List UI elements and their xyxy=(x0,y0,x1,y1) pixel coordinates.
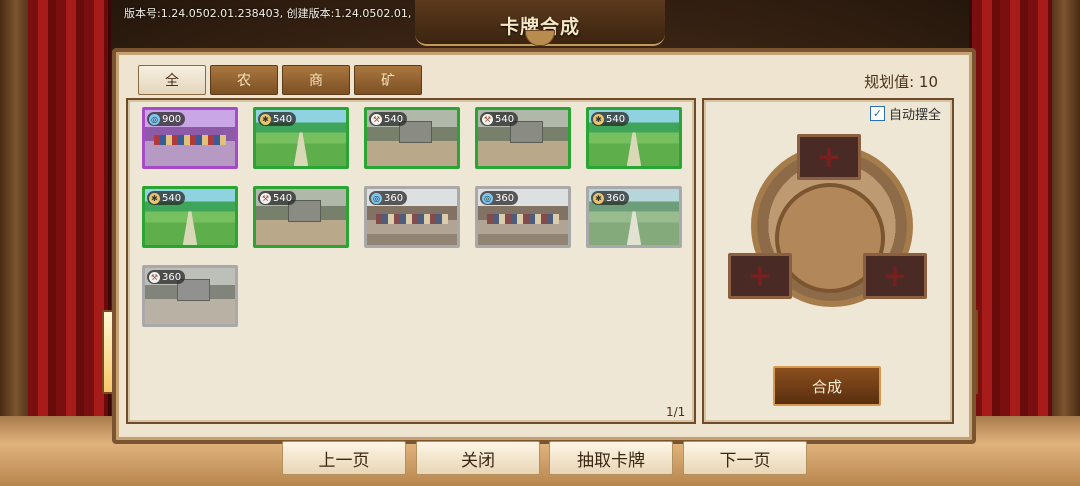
card-value-badge: ✱ 540 xyxy=(591,112,630,126)
card-slot-left[interactable]: + xyxy=(728,253,792,299)
card-item[interactable]: ◎ 360 xyxy=(364,186,460,248)
tab-farm[interactable]: 农 xyxy=(210,65,278,95)
synthesize-button[interactable]: 合成 xyxy=(773,366,881,406)
card-value: 540 xyxy=(606,113,626,125)
card-value-badge: ◎ 360 xyxy=(480,191,519,205)
pickaxe-icon: ⚒ xyxy=(482,113,493,125)
wheat-icon: ✱ xyxy=(593,113,604,125)
card-value-badge: ⚒ 360 xyxy=(147,270,186,284)
card-item[interactable]: ✱ 540 xyxy=(253,107,349,169)
title-banner: 卡牌合成 xyxy=(415,0,665,46)
next-page-button[interactable]: 下一页 xyxy=(683,441,807,475)
card-item[interactable]: ⚒ 540 xyxy=(364,107,460,169)
emblem-icon xyxy=(525,30,555,46)
card-value: 540 xyxy=(273,113,293,125)
card-value: 360 xyxy=(606,192,626,204)
plan-value: 规划值: 10 xyxy=(864,73,938,91)
card-value-badge: ◎ 360 xyxy=(369,191,408,205)
card-value-badge: ✱ 360 xyxy=(591,191,630,205)
card-value: 540 xyxy=(162,192,182,204)
card-item[interactable]: ⚒ 540 xyxy=(253,186,349,248)
tab-commerce[interactable]: 商 xyxy=(282,65,350,95)
card-value: 360 xyxy=(495,192,515,204)
wheat-icon: ✱ xyxy=(149,192,160,204)
page-indicator: 1/1 xyxy=(666,405,686,419)
card-item[interactable]: ✱ 540 xyxy=(586,107,682,169)
card-value: 360 xyxy=(384,192,404,204)
card-value: 540 xyxy=(273,192,293,204)
card-value: 900 xyxy=(162,113,182,125)
coin-icon: ◎ xyxy=(482,192,493,204)
left-curtain xyxy=(28,0,111,486)
card-item[interactable]: ✱ 360 xyxy=(586,186,682,248)
card-value-badge: ⚒ 540 xyxy=(480,112,519,126)
card-value: 540 xyxy=(384,113,404,125)
auto-fill-checkbox[interactable]: ✓ xyxy=(870,106,885,121)
wheat-icon: ✱ xyxy=(260,113,271,125)
card-slot-right[interactable]: + xyxy=(863,253,927,299)
auto-fill-label: 自动摆全 xyxy=(889,108,942,123)
card-item[interactable]: ◎ 360 xyxy=(475,186,571,248)
pickaxe-icon: ⚒ xyxy=(371,113,382,125)
right-curtain xyxy=(969,0,1052,486)
tab-all[interactable]: 全 xyxy=(138,65,206,95)
prev-page-button[interactable]: 上一页 xyxy=(282,441,406,475)
pickaxe-icon: ⚒ xyxy=(260,192,271,204)
tab-mine[interactable]: 矿 xyxy=(354,65,422,95)
draw-card-button[interactable]: 抽取卡牌 xyxy=(549,441,673,475)
card-value-badge: ⚒ 540 xyxy=(258,191,297,205)
coin-icon: ◎ xyxy=(149,113,160,125)
coin-icon: ◎ xyxy=(371,192,382,204)
card-value-badge: ⚒ 540 xyxy=(369,112,408,126)
card-value-badge: ◎ 900 xyxy=(147,112,186,126)
card-slot-top[interactable]: + xyxy=(797,134,861,180)
card-value: 540 xyxy=(495,113,515,125)
card-item[interactable]: ⚒ 360 xyxy=(142,265,238,327)
card-item[interactable]: ⚒ 540 xyxy=(475,107,571,169)
card-value: 360 xyxy=(162,271,182,283)
auto-fill-toggle[interactable]: ✓ 自动摆全 xyxy=(870,104,941,123)
wheat-icon: ✱ xyxy=(593,192,604,204)
right-pillar xyxy=(1048,0,1080,486)
close-button[interactable]: 关闭 xyxy=(416,441,540,475)
card-item[interactable]: ✱ 540 xyxy=(142,186,238,248)
category-tabs: 全 农 商 矿 xyxy=(138,65,422,95)
card-value-badge: ✱ 540 xyxy=(147,191,186,205)
card-item[interactable]: ◎ 900 xyxy=(142,107,238,169)
pickaxe-icon: ⚒ xyxy=(149,271,160,283)
card-value-badge: ✱ 540 xyxy=(258,112,297,126)
